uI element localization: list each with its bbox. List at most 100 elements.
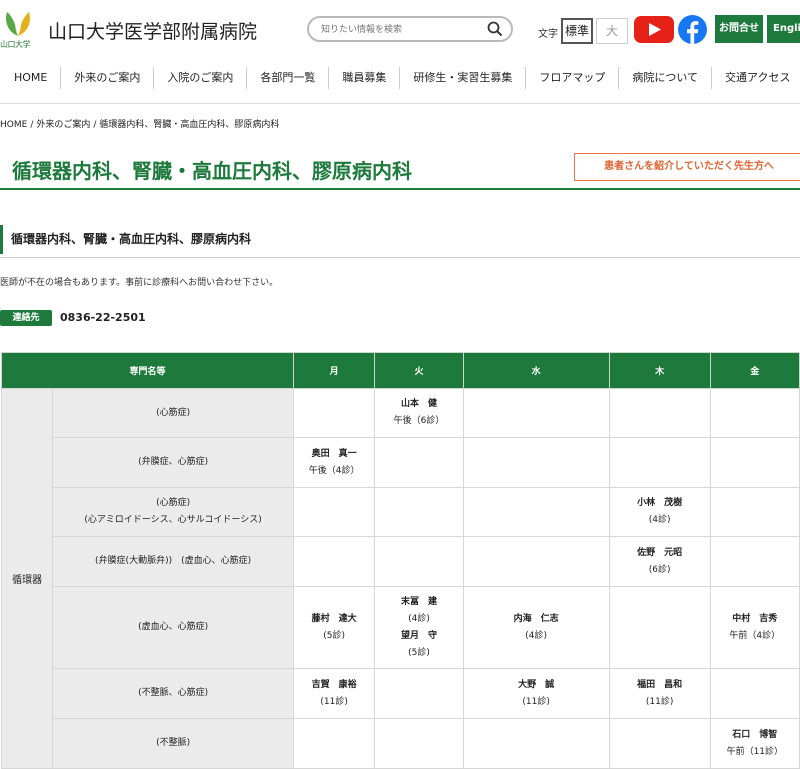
section-heading: 循環器内科、腎臓・高血圧内科、膠原病内科 — [0, 225, 800, 254]
table-row: (不整脈) 石口 博智 午前（11診） — [2, 718, 800, 769]
doctor-name: 内海 仁志 — [513, 613, 559, 624]
schedule-cell-tue: 末冨 建 (4診) 望月 守 (5診) — [374, 586, 464, 669]
doctor-name: 藤村 達大 — [311, 613, 357, 624]
schedule-cell-wed: 内海 仁志 (4診) — [462, 586, 610, 669]
header-mon: 月 — [292, 352, 376, 389]
font-size-large-button[interactable]: 大 — [596, 18, 628, 44]
clinic-slot: 午後（4診） — [308, 465, 360, 476]
schedule-cell-tue — [374, 536, 464, 587]
schedule-cell-tue — [374, 668, 464, 719]
specialty-cell: (虚血心、心筋症) — [52, 586, 294, 669]
doctor-name: 福田 昌和 — [637, 679, 683, 690]
schedule-cell-mon — [292, 388, 376, 438]
doctor-name: 奥田 真一 — [311, 448, 357, 459]
schedule-cell-fri — [709, 536, 800, 587]
header-thu: 木 — [608, 352, 711, 389]
table-row: 循環器 (心筋症) 山本 健午後（6診） — [0, 388, 800, 769]
schedule-cell-thu — [608, 718, 711, 769]
nav-item-departments[interactable]: 各部門一覧 — [247, 67, 330, 89]
doctor-name: 石口 博智 — [732, 729, 778, 740]
clinic-slot: (11診) — [645, 696, 674, 707]
breadcrumb-home[interactable]: HOME — [0, 120, 27, 130]
schedule-cell-wed — [462, 487, 610, 537]
nav-item-home[interactable]: HOME — [0, 67, 62, 89]
specialty-cell: (不整脈、心筋症) — [52, 668, 294, 719]
schedule-cell-mon — [292, 718, 376, 769]
nav-item-recruitment[interactable]: 職員募集 — [329, 67, 401, 89]
search-icon[interactable] — [487, 21, 503, 37]
table-header-row: 専門名等 月 火 水 木 金 — [1, 352, 800, 389]
nav-item-outpatient[interactable]: 外来のご案内 — [61, 67, 155, 89]
referral-button[interactable]: 患者さんを紹介していただく先生方へ — [574, 153, 800, 181]
doctor-name: 佐野 元昭 — [637, 547, 683, 558]
schedule-cell-thu: 小林 茂樹 (4診) — [608, 487, 711, 537]
youtube-icon[interactable] — [634, 15, 674, 44]
doctor-name: 小林 茂樹 — [637, 498, 683, 508]
logo-text: 山口大学 — [0, 40, 31, 49]
contact-phone[interactable]: 0836-22-2501 — [60, 311, 146, 324]
table-row: (心筋症) (心アミロイドーシス、心サルコイドーシス) 小林 茂樹 (4診) — [2, 487, 800, 537]
schedule-cell-fri: 中村 吉秀午前（4診） — [709, 586, 800, 669]
schedule-cell-tue — [374, 437, 464, 488]
breadcrumb-outpatient[interactable]: 外来のご案内 — [36, 120, 90, 130]
specialty-cell: (不整脈) — [52, 718, 294, 769]
category-cell: 循環器 — [0, 388, 54, 769]
specialty-text: (弁膜症(大動脈弁)) (虚血心、心筋症) — [95, 556, 252, 566]
nav-item-inpatient[interactable]: 入院のご案内 — [154, 67, 248, 89]
header-wed: 水 — [462, 352, 610, 389]
font-size-standard-button[interactable]: 標準 — [561, 18, 593, 44]
schedule-cell-fri — [709, 437, 800, 488]
schedule-cell-wed — [462, 536, 610, 587]
clinic-slot: 午前（4診） — [729, 630, 781, 641]
specialty-cell: (弁膜症、心筋症) — [52, 437, 294, 488]
schedule-cell-mon — [292, 487, 376, 537]
schedule-cell-mon: 吉賀 康裕 (11診) — [292, 668, 376, 719]
clinic-slot: 午後（6診） — [393, 416, 445, 426]
site-title[interactable]: 山口大学医学部附属病院 — [48, 17, 257, 44]
search-input[interactable] — [319, 21, 483, 39]
contact-badge: 連絡先 — [0, 310, 52, 326]
facebook-icon[interactable] — [678, 15, 707, 44]
schedule-cell-wed — [462, 437, 610, 488]
table-row: (弁膜症、心筋症) 奥田 真一午後（4診） — [2, 437, 800, 488]
header-tue: 火 — [374, 352, 464, 389]
schedule-cell-thu: 福田 昌和 (11診) — [608, 668, 711, 719]
schedule-cell-fri — [709, 668, 800, 719]
header-specialty: 専門名等 — [1, 352, 294, 389]
specialty-text: (心筋症) — [156, 498, 191, 508]
doctor-name: 吉賀 康裕 — [311, 679, 357, 690]
site-header: 山口大学 山口大学医学部附属病院 文字 標準 大 お問合せ English — [0, 0, 800, 58]
clinic-slot: (4診) — [408, 613, 430, 624]
breadcrumb-separator: / — [30, 120, 34, 130]
schedule-table: 専門名等 月 火 水 木 金 循環器 (心筋症) 山本 健午後（6診） (弁膜症、心筋… — [0, 352, 800, 769]
breadcrumb-current: 循環器内科、腎臓・高血圧内科、膠原病内科 — [99, 120, 280, 130]
doctor-name: 山本 健 — [401, 399, 438, 409]
clinic-slot: (5診) — [408, 647, 430, 658]
nav-item-trainees[interactable]: 研修生・実習生募集 — [400, 67, 527, 89]
page-title: 循環器内科、腎臓・高血圧内科、膠原病内科 — [12, 159, 412, 183]
schedule-cell-thu — [608, 388, 711, 438]
specialty-text: (虚血心、心筋症) — [138, 622, 209, 632]
section-divider — [0, 257, 800, 258]
doctor-name: 中村 吉秀 — [732, 613, 778, 624]
nav-item-about[interactable]: 病院について — [619, 67, 713, 89]
specialty-cell: (心筋症) — [52, 388, 294, 438]
table-row: (弁膜症(大動脈弁)) (虚血心、心筋症) 佐野 元昭 (6診) — [2, 536, 800, 587]
specialty-text: (心アミロイドーシス、心サルコイドーシス) — [84, 515, 262, 525]
clinic-slot: (6診) — [648, 564, 671, 575]
specialty-cell: (心筋症) (心アミロイドーシス、心サルコイドーシス) — [52, 487, 294, 537]
search-box — [307, 16, 513, 42]
breadcrumb: HOME / 外来のご案内 / 循環器内科、腎臓・高血圧内科、膠原病内科 — [0, 117, 279, 130]
english-button[interactable]: English — [767, 15, 800, 43]
schedule-cell-fri: 石口 博智 午前（11診） — [709, 718, 800, 769]
nav-item-floormap[interactable]: フロアマップ — [526, 67, 620, 89]
specialty-cell: (弁膜症(大動脈弁)) (虚血心、心筋症) — [52, 536, 294, 587]
nav-item-access[interactable]: 交通アクセス — [712, 67, 800, 89]
global-nav: HOME 外来のご案内 入院のご案内 各部門一覧 職員募集 研修生・実習生募集 … — [0, 64, 800, 92]
clinic-slot: (11診) — [522, 696, 550, 707]
doctor-name: 末冨 建 — [401, 596, 438, 607]
schedule-cell-fri — [709, 388, 800, 438]
contact-button[interactable]: お問合せ — [715, 15, 763, 43]
schedule-cell-mon: 藤村 達大 (5診) — [292, 586, 376, 669]
doctor-name: 大野 誠 — [518, 679, 555, 690]
